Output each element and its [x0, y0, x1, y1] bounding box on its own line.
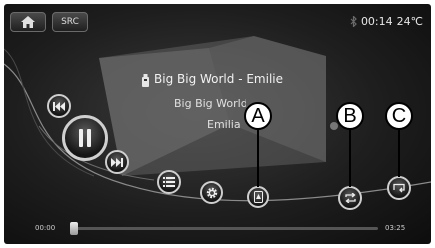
- gear-icon: [206, 187, 217, 198]
- elapsed-time: 00:00: [35, 224, 56, 232]
- figure-frame: SRC 00:14 24℃ Big Big World - Emilie Big…: [0, 0, 435, 248]
- pause-button[interactable]: [62, 115, 108, 161]
- artist-name: Emilia: [207, 118, 241, 131]
- previous-button[interactable]: [47, 94, 71, 118]
- progress-handle[interactable]: [70, 222, 78, 235]
- shuffle-button[interactable]: [387, 176, 411, 200]
- callout-line-c: [398, 129, 400, 177]
- track-title: Big Big World - Emilie: [154, 72, 283, 86]
- repeat-icon: [344, 193, 356, 203]
- callout-line-a: [257, 129, 259, 187]
- next-button[interactable]: [105, 150, 129, 174]
- scan-button[interactable]: [247, 186, 269, 208]
- callout-a: A: [244, 102, 272, 130]
- media-player-screen: SRC 00:14 24℃ Big Big World - Emilie Big…: [4, 4, 431, 244]
- settings-button[interactable]: [200, 181, 223, 204]
- skip-previous-icon: [53, 101, 65, 111]
- total-time: 03:25: [385, 224, 406, 232]
- callout-line-b: [349, 129, 351, 187]
- callout-b: B: [336, 102, 364, 130]
- list-button[interactable]: [157, 170, 181, 194]
- shuffle-icon: [392, 183, 405, 193]
- pause-icon: [79, 129, 91, 147]
- scan-icon: [253, 191, 263, 203]
- callout-c: C: [385, 102, 413, 130]
- album-name: Big Big World: [174, 97, 246, 110]
- repeat-button[interactable]: [338, 186, 362, 210]
- list-icon: [163, 177, 175, 187]
- usb-icon: [142, 74, 149, 87]
- skip-next-icon: [111, 157, 123, 167]
- progress-track[interactable]: [74, 227, 378, 230]
